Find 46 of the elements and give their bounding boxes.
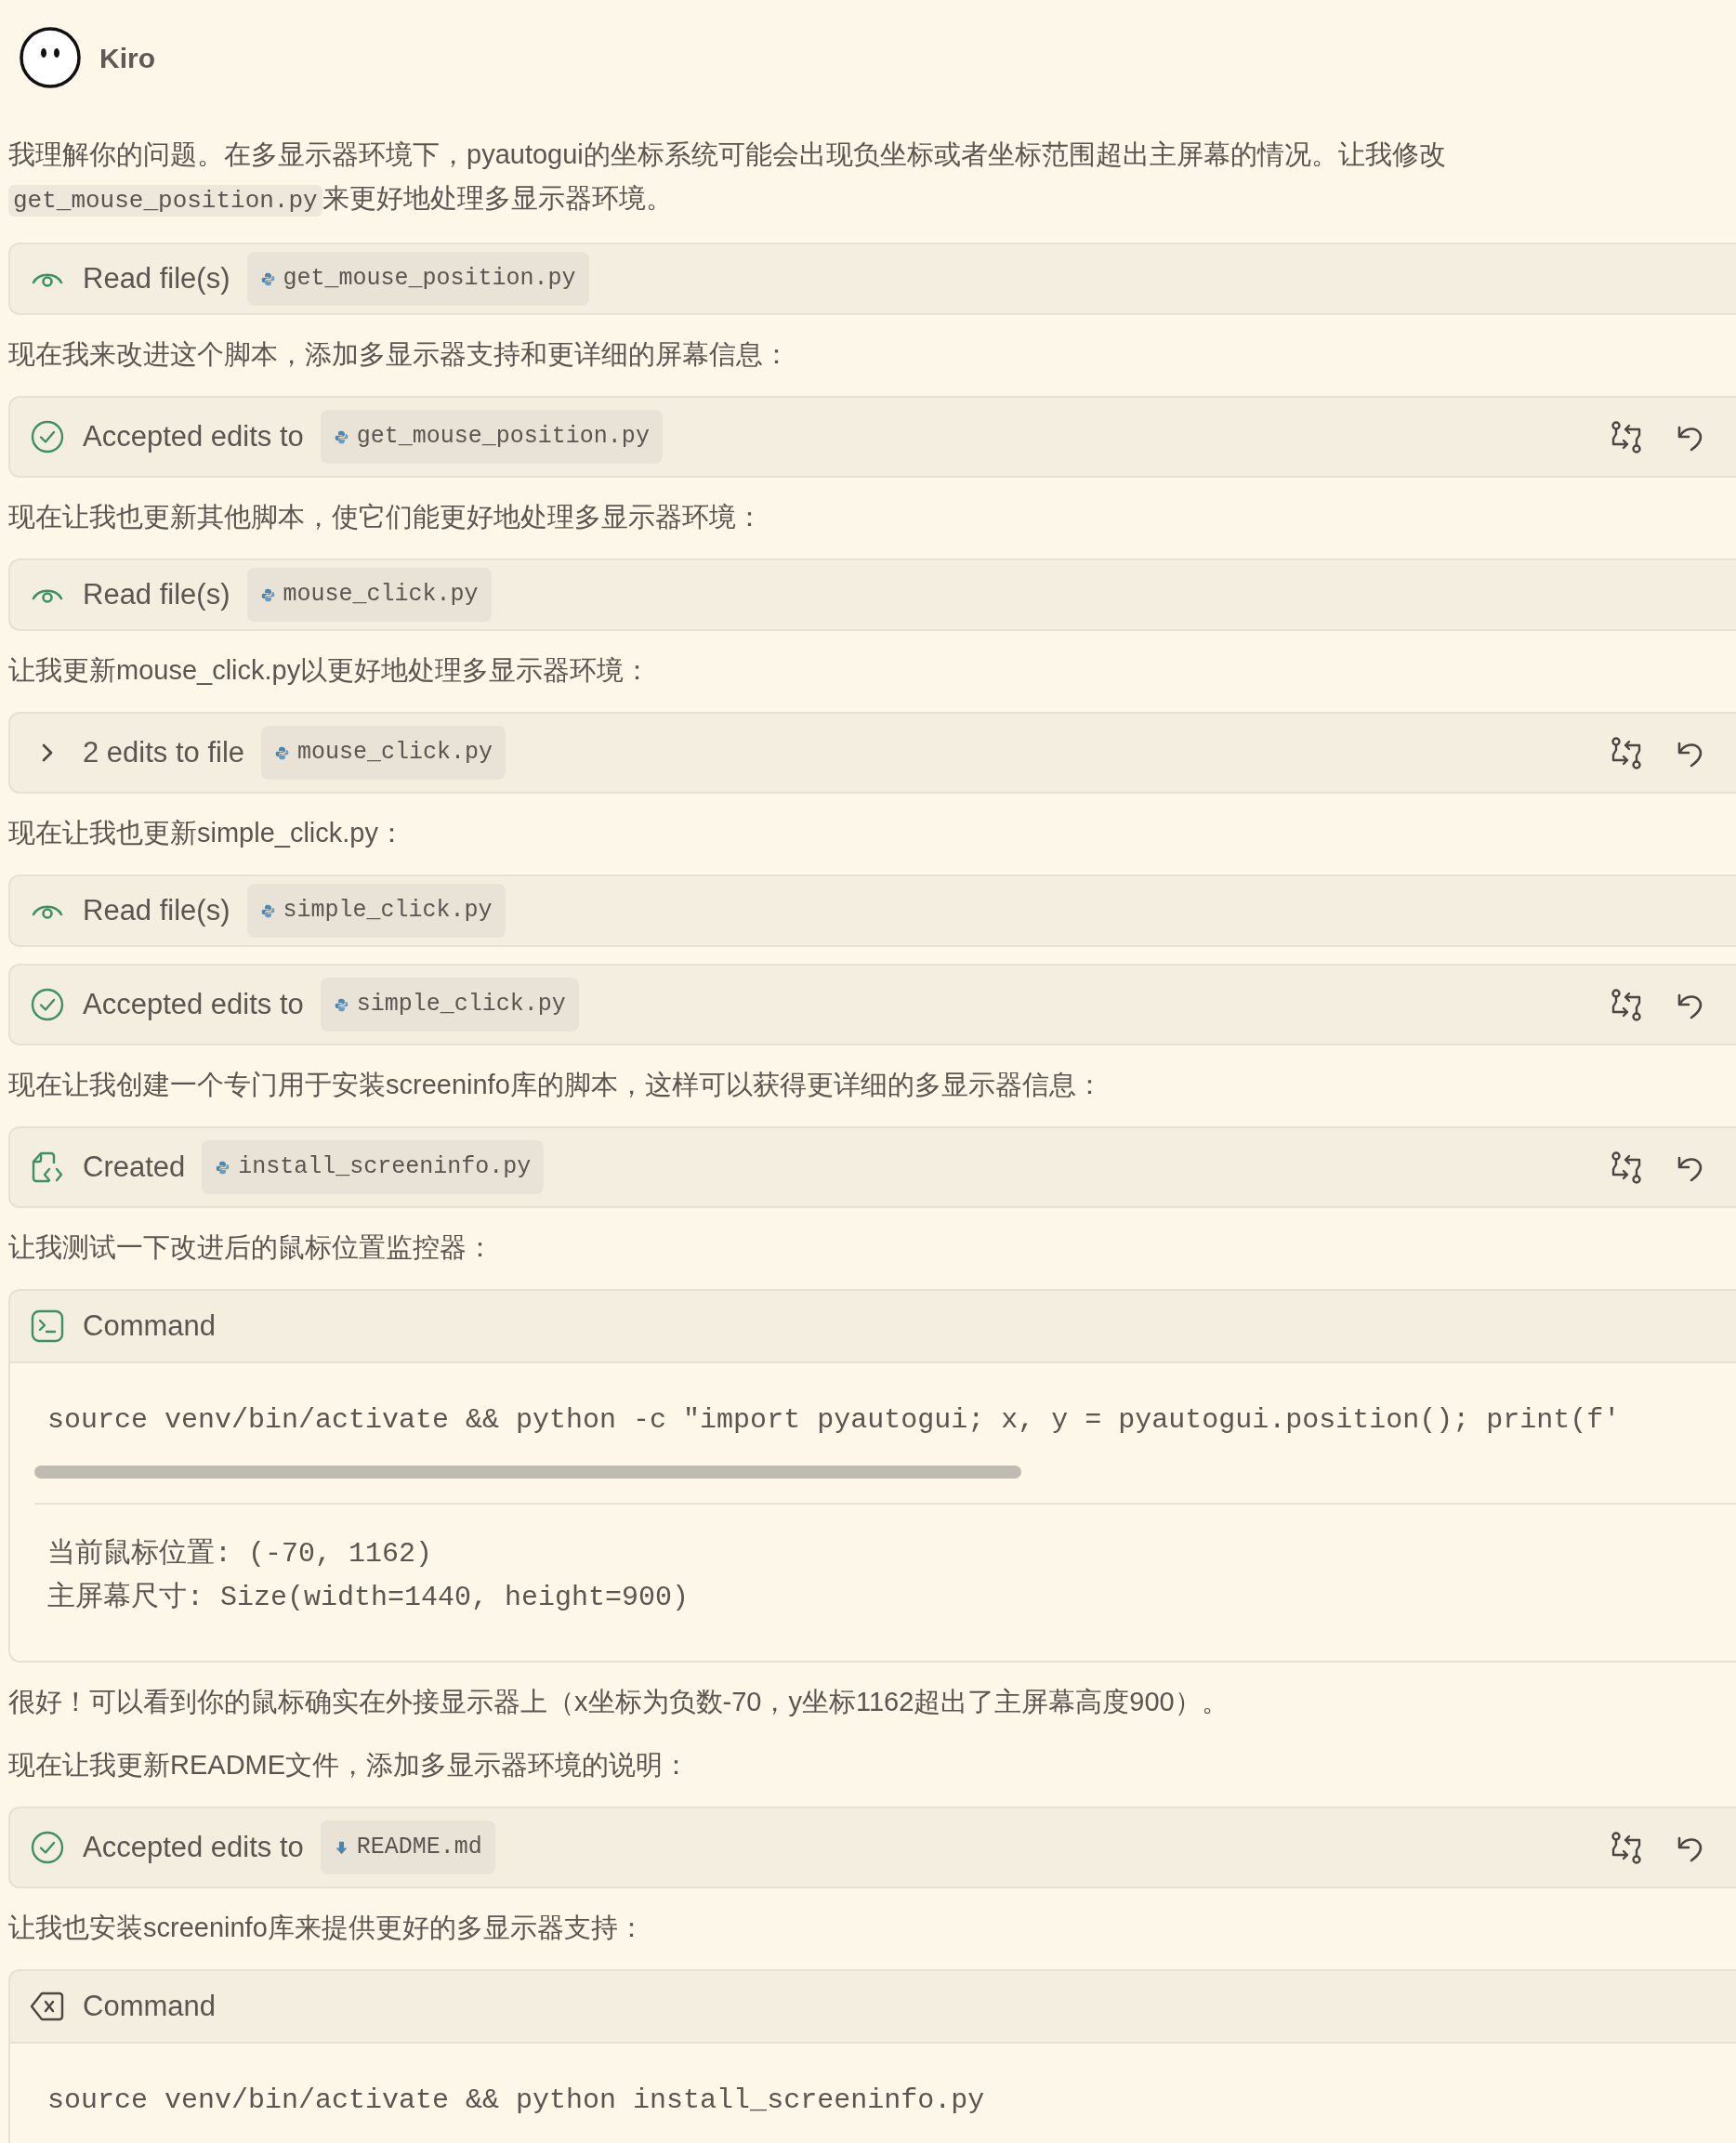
message-text: 现在让我创建一个专门用于安装screeninfo库的脚本，这样可以获得更详细的多显示器信息： [8, 1069, 1104, 1101]
tool-label: Read file(s) [83, 892, 230, 928]
file-chip[interactable]: install_screeninfo.py [202, 1140, 545, 1194]
python-file-icon [259, 586, 276, 603]
command-text: source venv/bin/activate && python install_screeninfo.py [47, 2084, 985, 2116]
message-text: 我理解你的问题。在多显示器环境下，pyautogui的坐标系统可能会出现负坐标或者坐标范围超出主屏幕的情况。让我修改 get_mouse_position.py 来更好地处理多显示器环境。 [8, 138, 1447, 218]
file-chip[interactable]: mouse_click.py [261, 726, 506, 780]
avatar-icon [20, 27, 81, 88]
file-chip[interactable]: mouse_click.py [246, 568, 492, 622]
tool-label: Accepted edits to [83, 1829, 304, 1865]
message-text: 让我也安装screeninfo库来提供更好的多显示器支持： [8, 1912, 646, 1944]
message-text: 现在让我更新README文件，添加多显示器环境的说明： [8, 1749, 691, 1781]
file-chip[interactable]: get_mouse_position.py [320, 410, 663, 464]
tool-label: Read file(s) [83, 576, 230, 612]
check-circle-icon [29, 1829, 66, 1866]
message-text: 让我测试一下改进后的鼠标位置监控器： [8, 1231, 494, 1264]
message-text: 现在让我也更新simple_click.py： [8, 817, 406, 849]
scrollbar[interactable] [34, 1466, 1021, 1479]
terminal-icon [29, 1308, 66, 1345]
tool-label: Read file(s) [83, 260, 230, 296]
python-file-icon [333, 428, 349, 445]
file-chip[interactable]: simple_click.py [320, 978, 579, 1032]
command-text: source venv/bin/activate && python -c "import pyautogui; x, y = pyautogui.position(); print(f' [47, 1404, 1621, 1436]
python-file-icon [215, 1159, 231, 1176]
file-chip[interactable]: simple_click.py [246, 884, 506, 938]
assistant-name: Kiro [99, 41, 155, 75]
command-label: Command [83, 1308, 216, 1344]
message-text: 很好！可以看到你的鼠标确实在外接显示器上（x坐标为负数-70，y坐标1162超出了主屏幕高度900）。 [8, 1686, 1230, 1718]
file-chip[interactable]: README.md [320, 1821, 495, 1874]
output-line: 当前鼠标位置: (-70, 1162) [47, 1537, 434, 1571]
message-text: 现在我来改进这个脚本，添加多显示器支持和更详细的屏幕信息： [8, 338, 791, 371]
check-circle-icon [29, 986, 66, 1023]
python-file-icon [259, 902, 276, 919]
python-file-icon [333, 996, 349, 1013]
tool-label: Created [83, 1149, 186, 1185]
file-chip[interactable]: get_mouse_position.py [246, 252, 589, 306]
tool-label: Accepted edits to [83, 986, 304, 1022]
tool-label: 2 edits to file [83, 734, 245, 770]
check-circle-icon [29, 418, 66, 455]
message-text: 让我更新mouse_click.py以更好地处理多显示器环境： [8, 654, 652, 687]
python-file-icon [274, 744, 291, 761]
output-line: 主屏幕尺寸: Size(width=1440, height=900) [47, 1580, 690, 1615]
message-text: 现在让我也更新其他脚本，使它们能更好地处理多显示器环境： [8, 501, 764, 533]
python-file-icon [259, 270, 276, 287]
tool-label: Accepted edits to [83, 418, 304, 454]
command-label: Command [83, 1988, 216, 2024]
